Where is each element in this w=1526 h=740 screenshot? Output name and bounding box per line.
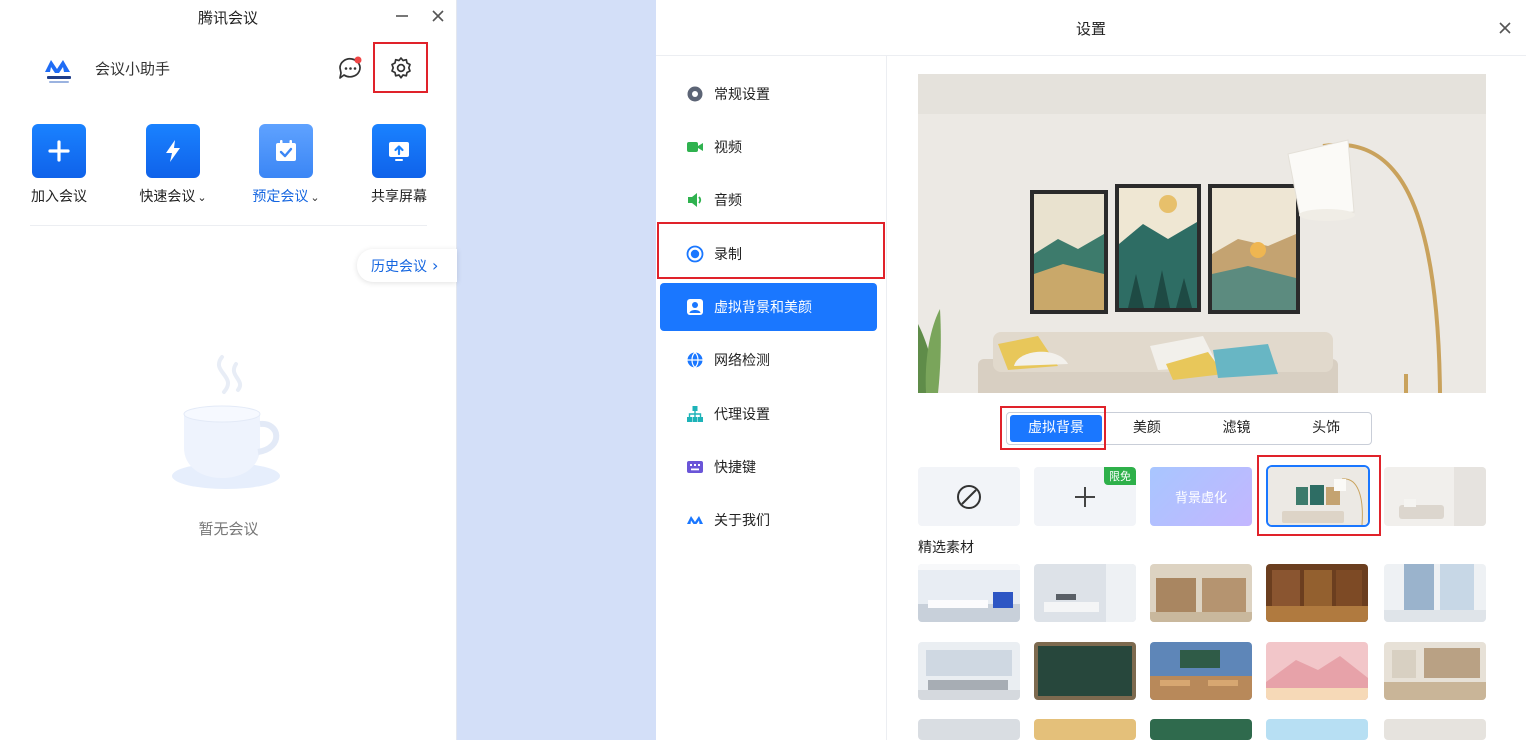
meeting-assistant-label[interactable]: 会议小助手 (95, 58, 170, 79)
limited-free-badge: 限免 (1104, 467, 1136, 485)
settings-title: 设置 (1075, 20, 1106, 38)
main-window: 腾讯会议 会议小助手 加入会议 快速会议 ⌄ 预定会议 ⌄ 共享屏幕 历史会议 … (0, 0, 457, 740)
highlight-frame (657, 222, 885, 279)
background-thumbnail[interactable] (1266, 564, 1368, 622)
gear-icon (390, 56, 411, 79)
nav-item-audio[interactable]: 音频 (686, 182, 876, 218)
background-thumbnail[interactable] (1034, 564, 1136, 622)
history-meetings-label: 历史会议 (371, 258, 427, 275)
background-thumbnail[interactable] (1150, 564, 1252, 622)
nav-item-network-check[interactable]: 网络检测 (686, 342, 876, 378)
background-thumbnail[interactable] (918, 564, 1020, 622)
gear-icon (686, 85, 704, 103)
schedule-meeting-label: 预定会议 (252, 189, 309, 205)
chat-button[interactable] (337, 56, 363, 82)
nav-item-label: 快捷键 (714, 460, 756, 476)
empty-coffee-cup-illustration (162, 352, 292, 502)
nav-item-shortcuts[interactable]: 快捷键 (686, 449, 876, 485)
settings-close-button[interactable] (1494, 17, 1516, 39)
portrait-icon (686, 298, 704, 316)
nav-item-label: 音频 (714, 193, 742, 209)
history-meetings-button[interactable]: 历史会议 › (357, 249, 457, 282)
settings-dialog: 设置 常规设置 视频 音频 录制 虚拟背景和美颜 网络检测 代理设置 快捷键 关… (656, 0, 1526, 740)
background-option[interactable] (1384, 467, 1486, 526)
nav-item-label: 关于我们 (714, 513, 770, 529)
tencent-meeting-logo (686, 511, 704, 529)
nav-item-about[interactable]: 关于我们 (686, 502, 876, 538)
tab-headwear[interactable]: 头饰 (1281, 413, 1371, 444)
empty-state-text: 暂无会议 (198, 520, 259, 538)
background-thumbnail[interactable] (1150, 642, 1252, 700)
share-screen-icon (389, 142, 409, 161)
background-thumbnail[interactable] (1384, 564, 1486, 622)
share-screen-label: 共享屏幕 (371, 189, 427, 205)
nav-item-label: 网络检测 (714, 353, 770, 369)
chevron-down-icon[interactable]: ⌄ (197, 191, 206, 204)
background-thumbnail[interactable] (1034, 642, 1136, 700)
chevron-right-icon: › (432, 256, 439, 275)
video-preview (918, 74, 1486, 393)
background-thumbnail[interactable] (1150, 719, 1252, 740)
background-none-option[interactable] (918, 467, 1020, 526)
quick-meeting-button[interactable]: 快速会议 ⌄ (133, 124, 213, 206)
schedule-tile (259, 124, 313, 178)
background-thumbnail[interactable] (1266, 719, 1368, 740)
nav-item-video[interactable]: 视频 (686, 129, 876, 165)
background-thumbnail[interactable] (1034, 719, 1136, 740)
nav-item-label: 常规设置 (714, 87, 770, 103)
join-tile (32, 124, 86, 178)
nav-item-label: 虚拟背景和美颜 (714, 300, 812, 316)
window-title: 腾讯会议 (197, 9, 258, 27)
background-blur-label: 背景虚化 (1174, 491, 1227, 506)
calendar-check-icon (276, 140, 296, 161)
nav-item-proxy[interactable]: 代理设置 (686, 396, 876, 432)
close-icon (1499, 22, 1511, 34)
lightning-icon (166, 140, 180, 162)
speaker-icon (686, 191, 704, 209)
featured-materials-label: 精选素材 (918, 540, 974, 556)
plus-icon (1075, 486, 1095, 507)
background-thumbnail[interactable] (1384, 719, 1486, 740)
nav-item-virtual-background[interactable]: 虚拟背景和美颜 (660, 283, 877, 331)
divider (30, 225, 427, 226)
globe-icon (686, 351, 704, 369)
tab-filters[interactable]: 滤镜 (1192, 413, 1282, 444)
share-screen-button[interactable]: 共享屏幕 (359, 124, 439, 206)
chat-bubble-icon (339, 56, 362, 79)
no-symbol-icon (957, 484, 981, 509)
close-button[interactable] (427, 5, 449, 27)
add-background-option[interactable]: 限免 (1034, 467, 1136, 526)
background-thumbnail[interactable] (1266, 642, 1368, 700)
schedule-meeting-button[interactable]: 预定会议 ⌄ (246, 124, 326, 206)
chevron-down-icon[interactable]: ⌄ (310, 191, 319, 204)
close-icon (432, 10, 444, 22)
join-meeting-button[interactable]: 加入会议 (19, 124, 99, 206)
settings-button[interactable] (373, 42, 428, 93)
network-tree-icon (686, 405, 704, 423)
background-blur-option[interactable]: 背景虚化 (1150, 467, 1252, 526)
highlight-frame (1000, 406, 1106, 450)
highlight-frame (1257, 455, 1381, 536)
minimize-icon (396, 15, 408, 17)
nav-item-label: 视频 (714, 140, 742, 156)
settings-sidebar: 常规设置 视频 音频 录制 虚拟背景和美颜 网络检测 代理设置 快捷键 关于我们 (656, 56, 887, 740)
background-thumbnail[interactable] (918, 719, 1020, 740)
share-tile (372, 124, 426, 178)
quick-meeting-label: 快速会议 (139, 189, 196, 205)
background-thumbnail[interactable] (1384, 642, 1486, 700)
quick-tile (146, 124, 200, 178)
minimize-button[interactable] (391, 5, 413, 27)
nav-item-general[interactable]: 常规设置 (686, 76, 876, 112)
background-thumbnail[interactable] (918, 642, 1020, 700)
plus-icon (48, 140, 70, 162)
keyboard-icon (686, 458, 704, 476)
join-meeting-label: 加入会议 (31, 189, 87, 205)
nav-item-label: 代理设置 (714, 407, 770, 423)
camera-icon (686, 138, 704, 156)
tencent-meeting-logo (42, 52, 76, 86)
tab-beauty[interactable]: 美颜 (1102, 413, 1192, 444)
